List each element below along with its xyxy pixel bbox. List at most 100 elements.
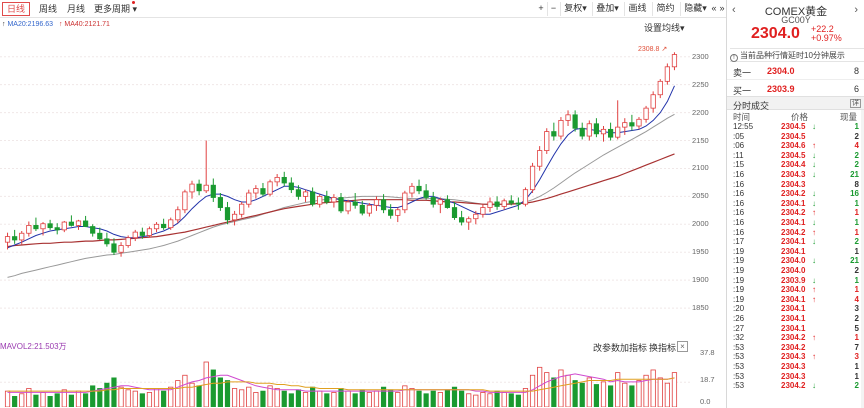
volume-bar <box>487 393 493 407</box>
trade-price: 2304.6 <box>781 141 806 151</box>
switch-indicator-button[interactable]: 换指标 <box>649 341 676 354</box>
ma-settings-link[interactable]: 设置均线▾ <box>644 21 685 34</box>
trade-time: :17 <box>733 237 745 247</box>
volume-bar <box>47 396 53 407</box>
trade-volume: 7 <box>854 342 859 352</box>
trade-direction-icon: ↑ <box>812 227 816 237</box>
trade-row: :53 2304.3 1 <box>727 372 864 382</box>
trade-price: 2304.1 <box>781 323 806 333</box>
draw-line-button[interactable]: 画线 <box>624 2 650 16</box>
volume-bar <box>182 374 188 407</box>
adjust-rights-button[interactable]: 复权▾ <box>560 2 590 16</box>
trade-direction-icon: ↓ <box>812 160 816 170</box>
trade-volume: 21 <box>850 170 859 179</box>
candle-body <box>650 94 656 109</box>
volume-bar <box>466 393 472 407</box>
trade-price: 2304.0 <box>781 266 806 275</box>
volume-bar <box>657 377 663 407</box>
volume-bar <box>473 394 479 407</box>
candle-body <box>246 192 252 205</box>
add-indicator-button[interactable]: 加指标 <box>620 341 647 354</box>
price-plot[interactable] <box>0 40 690 336</box>
collapse-right-icon[interactable]: » <box>718 2 726 16</box>
hide-button[interactable]: 隐藏▾ <box>680 2 710 16</box>
trade-price: 2303.9 <box>781 275 806 285</box>
trade-row: :53 2304.3 ↑ 3 <box>727 352 864 362</box>
trade-volume: 2 <box>854 266 859 275</box>
volume-bar <box>615 372 621 407</box>
candle-body <box>636 118 642 127</box>
volume-bar <box>444 389 451 407</box>
expand-trades-button[interactable]: 详 <box>850 99 861 108</box>
candle-body <box>239 203 245 215</box>
volume-tick-min: 0.0 <box>700 397 711 406</box>
trade-direction-icon: ↓ <box>812 198 816 208</box>
trade-row: :19 2304.1 1 <box>727 247 864 257</box>
trade-row: :16 2304.2 ↑ 1 <box>727 228 864 238</box>
ask-qty: 8 <box>853 66 859 76</box>
candle-body <box>19 232 25 241</box>
candle-body <box>515 202 521 205</box>
tab-monthly[interactable]: 月线 <box>62 2 90 16</box>
trade-row: :16 2304.2 ↑ 1 <box>727 208 864 218</box>
candle-body <box>359 204 365 214</box>
candle-body <box>338 197 344 212</box>
zoom-in-button[interactable]: + <box>535 2 547 16</box>
zoom-out-button[interactable]: − <box>547 2 559 16</box>
volume-bar <box>104 382 110 407</box>
candle-body <box>168 219 174 229</box>
candle-body <box>409 185 415 194</box>
trades-header: 时间 价格 现量 <box>727 111 864 122</box>
trade-row: :11 2304.5 ↓ 2 <box>727 151 864 161</box>
kline-chart-area: 日线 周线 月线 更多周期 ▾ + − 复权▾ 叠加▾ 画线 简约 隐藏▾ « … <box>0 0 726 408</box>
candle-body <box>125 237 131 246</box>
tab-weekly[interactable]: 周线 <box>34 2 62 16</box>
trade-price: 2304.5 <box>781 150 806 160</box>
trade-volume: 1 <box>854 275 859 285</box>
candle-body <box>324 195 330 203</box>
trade-price: 2304.1 <box>781 198 806 208</box>
chevron-down-icon: ▾ <box>614 3 619 13</box>
collapse-left-icon[interactable]: « <box>710 2 718 16</box>
close-volume-button[interactable]: × <box>677 341 688 352</box>
volume-plot[interactable] <box>0 355 690 407</box>
candle-body <box>260 188 266 195</box>
volume-bar <box>54 393 60 407</box>
trade-volume: 4 <box>854 141 859 151</box>
tab-daily[interactable]: 日线 <box>2 2 31 16</box>
trade-volume: 1 <box>854 333 859 343</box>
mavol-label: MAVOL2:21.503万 <box>0 342 67 351</box>
trade-time: :32 <box>733 333 745 343</box>
trade-row: :17 2304.1 ↓ 2 <box>727 237 864 247</box>
candle-body <box>253 188 259 194</box>
trade-row: :19 2303.9 ↓ 1 <box>727 276 864 286</box>
candle-body <box>61 221 67 231</box>
volume-bar <box>288 393 294 407</box>
trade-time: :16 <box>733 218 745 227</box>
volume-bar <box>12 396 18 407</box>
candle-body <box>395 209 401 216</box>
ask-row: 卖一 2304.0 8 <box>727 62 864 79</box>
trade-volume: 5 <box>854 323 859 333</box>
volume-bar <box>161 390 167 407</box>
edit-params-button[interactable]: 改参数 <box>593 341 620 354</box>
trade-price: 2304.1 <box>781 314 806 323</box>
trade-volume: 1 <box>854 227 859 237</box>
trade-volume: 1 <box>854 218 859 227</box>
candle-body <box>111 243 117 253</box>
simple-mode-button[interactable]: 简约 <box>652 2 678 16</box>
volume-bar <box>423 393 429 407</box>
candle-body <box>139 231 145 236</box>
candle-body <box>487 201 493 208</box>
price-tick-label: 2250 <box>692 79 709 89</box>
overlay-button[interactable]: 叠加▾ <box>592 2 622 16</box>
candle-body <box>54 227 60 231</box>
candle-body <box>317 195 323 205</box>
more-periods-label: 更多周期 <box>94 4 131 14</box>
trade-row: :27 2304.1 5 <box>727 324 864 334</box>
tab-more-periods[interactable]: 更多周期 ▾ <box>89 2 142 16</box>
volume-bar <box>146 392 153 407</box>
price-tick-label: 2050 <box>692 191 709 201</box>
bid-qty: 6 <box>853 84 859 94</box>
volume-bar <box>593 384 600 407</box>
